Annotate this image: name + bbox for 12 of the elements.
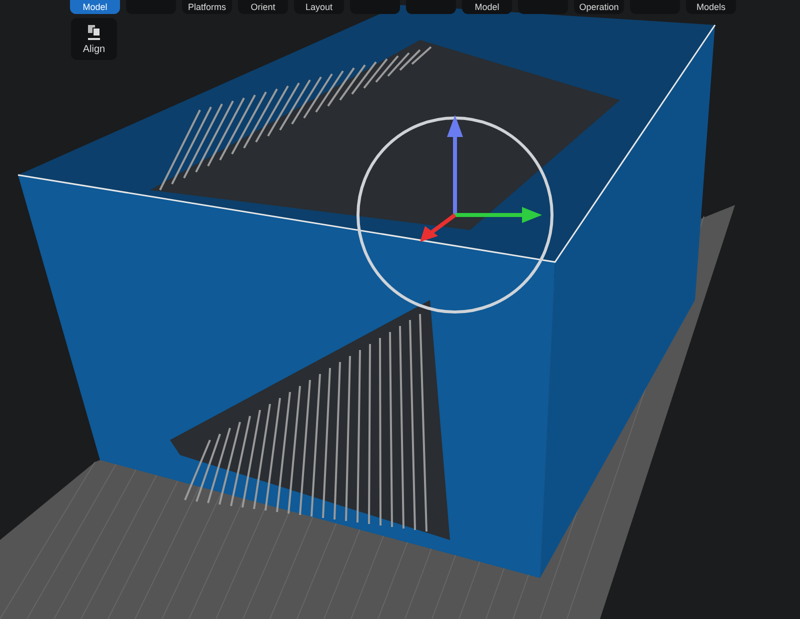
toolbar-tab[interactable] (350, 0, 400, 14)
toolbar-tab[interactable]: Layout (294, 0, 344, 14)
toolbar-tab[interactable] (518, 0, 568, 14)
toolbar-tab[interactable]: Orient (238, 0, 288, 14)
toolbar-tab[interactable]: Platforms (182, 0, 232, 14)
toolbar-tab[interactable] (406, 0, 456, 14)
align-tool-button[interactable]: Align (71, 18, 117, 60)
toolbar-tab[interactable]: Model (462, 0, 512, 14)
align-icon (85, 23, 103, 41)
toolbar-tab[interactable]: Operation (574, 0, 624, 14)
toolbar-tab[interactable]: Model (70, 0, 120, 14)
toolbar-tab[interactable]: Models (686, 0, 736, 14)
